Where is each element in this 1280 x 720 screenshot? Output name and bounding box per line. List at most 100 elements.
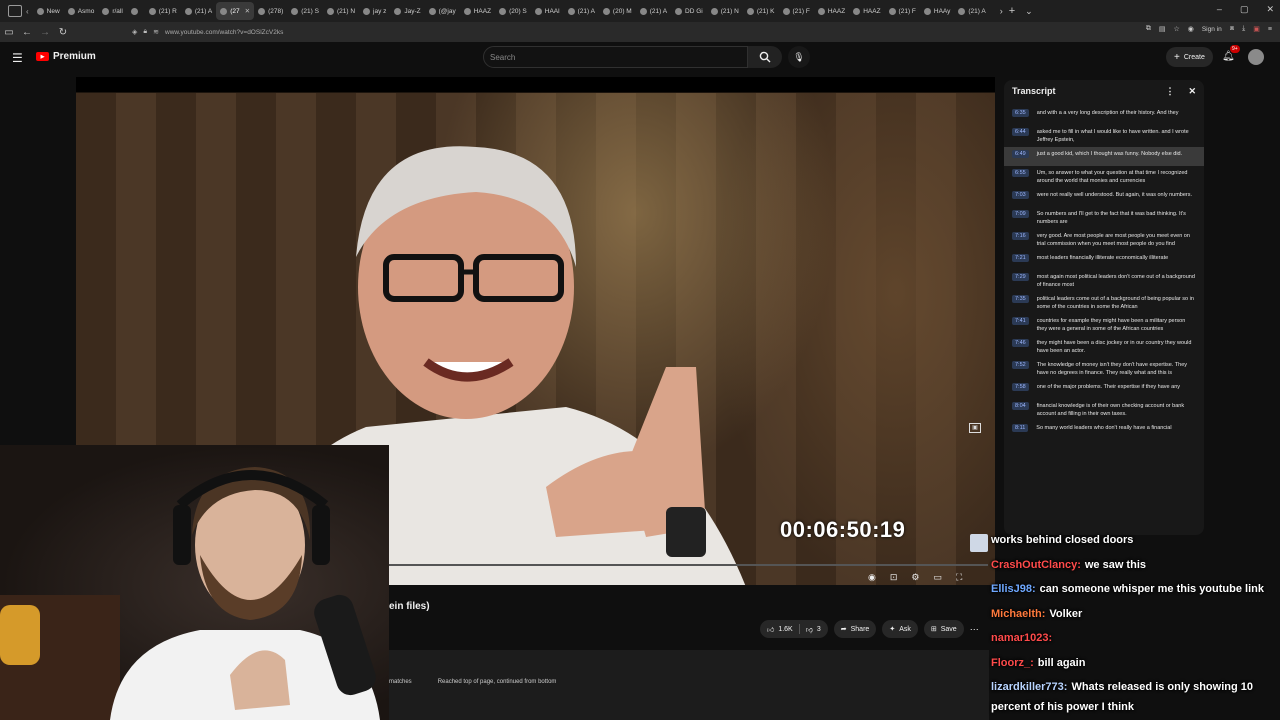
site-settings-icon[interactable]: ≋	[153, 28, 159, 36]
url-field[interactable]: ◈ 🔒︎ ≋ www.youtube.com/watch?v=dOSlZcV2k…	[132, 24, 1112, 40]
transcript-row[interactable]: 7:16 very good. Are most people are most …	[1004, 229, 1204, 251]
transcript-row[interactable]: 7:03 were not really well understood. But…	[1004, 188, 1204, 207]
browser-tab[interactable]: (20) S	[495, 2, 531, 20]
avatar[interactable]	[1248, 49, 1264, 65]
save-button[interactable]: ⊞ Save	[923, 620, 964, 638]
new-tab-button[interactable]: +	[1009, 5, 1015, 17]
tab-overview-icon[interactable]	[8, 5, 22, 17]
autoplay-toggle-icon[interactable]: ◉	[868, 572, 876, 583]
transcript-timestamp[interactable]: 7:09	[1012, 210, 1029, 218]
browser-tab[interactable]: (@jay	[425, 2, 460, 20]
browser-tab[interactable]: (21) A	[954, 2, 989, 20]
thumbs-down-icon[interactable]: 👎︎	[806, 625, 813, 634]
shield-icon[interactable]: ◈	[132, 28, 137, 36]
settings-gear-icon[interactable]: ⚙	[911, 572, 919, 583]
browser-tab[interactable]: HAAZ	[814, 2, 849, 20]
share-button[interactable]: ➦ Share	[833, 620, 877, 638]
browser-tab[interactable]: (21) K	[743, 2, 779, 20]
transcript-row[interactable]: 6:35 and with a a very long description o…	[1004, 106, 1204, 125]
browser-tab[interactable]: (21) N	[707, 2, 743, 20]
screenshot-icon[interactable]: ⧉	[1146, 25, 1151, 33]
ask-button[interactable]: ✦ Ask	[882, 620, 918, 638]
sidebar-toggle-icon[interactable]: ▭	[0, 27, 18, 38]
transcript-row[interactable]: 6:44 asked me to fill in what I would lik…	[1004, 125, 1204, 147]
transcript-row[interactable]: 7:21 most leaders financially illiterate …	[1004, 251, 1204, 270]
captions-icon[interactable]: ⊡	[890, 572, 898, 583]
reload-icon[interactable]: ↻	[54, 27, 72, 38]
browser-tab[interactable]: (27 ✕	[216, 2, 255, 20]
transcript-timestamp[interactable]: 7:52	[1012, 361, 1029, 369]
tab-scroll-right-icon[interactable]: ›	[1000, 6, 1003, 16]
transcript-timestamp[interactable]: 7:29	[1012, 273, 1029, 281]
browser-tab[interactable]: HAAy	[920, 2, 955, 20]
browser-tab[interactable]: New	[33, 2, 64, 20]
browser-tab[interactable]: (20) M	[599, 2, 636, 20]
browser-tab[interactable]: r/all	[98, 2, 126, 20]
transcript-timestamp[interactable]: 6:49	[1012, 150, 1029, 158]
minimize-icon[interactable]: –	[1217, 4, 1222, 15]
browser-tab[interactable]: Asmo	[64, 2, 99, 20]
transcript-row[interactable]: 8:11 So many world leaders who don't real…	[1004, 421, 1204, 440]
transcript-timestamp[interactable]: 7:03	[1012, 191, 1029, 199]
video-progress-bar[interactable]	[388, 564, 988, 566]
browser-tab[interactable]: (21) F	[779, 2, 814, 20]
transcript-row[interactable]: 7:41 countries for example they might hav…	[1004, 314, 1204, 336]
reader-icon[interactable]: ▤	[1159, 25, 1166, 33]
tab-scroll-left-icon[interactable]: ‹	[26, 7, 29, 16]
transcript-row[interactable]: 7:52 The knowledge of money isn't they do…	[1004, 358, 1204, 380]
like-button[interactable]: 👍︎ 1.6K 👎︎ 3	[760, 620, 828, 638]
search-button[interactable]	[748, 46, 782, 68]
transcript-row[interactable]: 7:35 political leaders come out of a back…	[1004, 292, 1204, 314]
more-options-icon[interactable]: ⋮	[1165, 86, 1174, 97]
forward-icon[interactable]: →	[36, 27, 54, 38]
browser-tab[interactable]: (21) R	[145, 2, 181, 20]
downloads-icon[interactable]: ⤓	[1242, 25, 1245, 33]
transcript-row[interactable]: 7:09 So numbers and I'll get to the fact …	[1004, 207, 1204, 229]
browser-tab[interactable]: (21) F	[885, 2, 920, 20]
browser-tab[interactable]: jay z	[359, 2, 390, 20]
browser-tab[interactable]: HAAl	[531, 2, 564, 20]
browser-tab[interactable]: (21) A	[564, 2, 599, 20]
transcript-row[interactable]: 6:49 just a good kid, which I thought was…	[1004, 147, 1204, 166]
browser-tab[interactable]: (278)	[254, 2, 287, 20]
account-icon[interactable]: ◉	[1188, 25, 1194, 33]
close-icon[interactable]: ✕	[1188, 86, 1196, 97]
extension-badge-icon[interactable]: ▣	[1253, 25, 1260, 33]
transcript-row[interactable]: 8:04 financial knowledge is of their own …	[1004, 399, 1204, 421]
transcript-row[interactable]: 7:46 they might have been a disc jockey o…	[1004, 336, 1204, 358]
browser-tab[interactable]: DD Gi	[671, 2, 707, 20]
maximize-icon[interactable]: ▢	[1240, 4, 1249, 15]
tab-list-dropdown-icon[interactable]: ⌄	[1025, 6, 1033, 17]
browser-tab[interactable]: HAAZ	[849, 2, 884, 20]
back-icon[interactable]: ←	[18, 27, 36, 38]
browser-tab[interactable]	[127, 2, 145, 20]
create-button[interactable]: + Create	[1166, 47, 1213, 67]
transcript-timestamp[interactable]: 6:35	[1012, 109, 1029, 117]
voice-search-button[interactable]: 🎙︎	[788, 46, 810, 68]
youtube-logo[interactable]: ▶ Premium	[36, 51, 96, 62]
search-input[interactable]: Search	[483, 46, 748, 68]
transcript-timestamp[interactable]: 6:55	[1012, 169, 1029, 177]
transcript-timestamp[interactable]: 7:21	[1012, 254, 1029, 262]
browser-tab[interactable]: (21) A	[636, 2, 671, 20]
transcript-row[interactable]: 6:55 Um, so answer to what your question …	[1004, 166, 1204, 188]
transcript-row[interactable]: 7:58 one of the major problems. Their exp…	[1004, 380, 1204, 399]
miniplayer-icon[interactable]: ▣	[969, 423, 981, 433]
browser-tab[interactable]: (21) N	[323, 2, 359, 20]
transcript-timestamp[interactable]: 7:41	[1012, 317, 1029, 325]
browser-tab[interactable]: HAAZ	[460, 2, 495, 20]
transcript-timestamp[interactable]: 7:58	[1012, 383, 1029, 391]
browser-tab[interactable]: (21) A	[181, 2, 216, 20]
tab-close-icon[interactable]: ✕	[245, 7, 250, 15]
browser-tab[interactable]: Jay-Z	[390, 2, 424, 20]
transcript-row[interactable]: 7:29 most again most political leaders do…	[1004, 270, 1204, 292]
signin-link[interactable]: Sign in	[1202, 26, 1222, 33]
transcript-timestamp[interactable]: 8:04	[1012, 402, 1029, 410]
menu-icon[interactable]: ≡	[1268, 26, 1272, 33]
fullscreen-icon[interactable]: ⛶	[956, 572, 962, 583]
lock-icon[interactable]: 🔒︎	[143, 28, 147, 36]
transcript-timestamp[interactable]: 7:35	[1012, 295, 1029, 303]
close-window-icon[interactable]: ✕	[1266, 4, 1274, 15]
transcript-timestamp[interactable]: 7:46	[1012, 339, 1029, 347]
theater-mode-icon[interactable]: ▭	[933, 572, 942, 583]
